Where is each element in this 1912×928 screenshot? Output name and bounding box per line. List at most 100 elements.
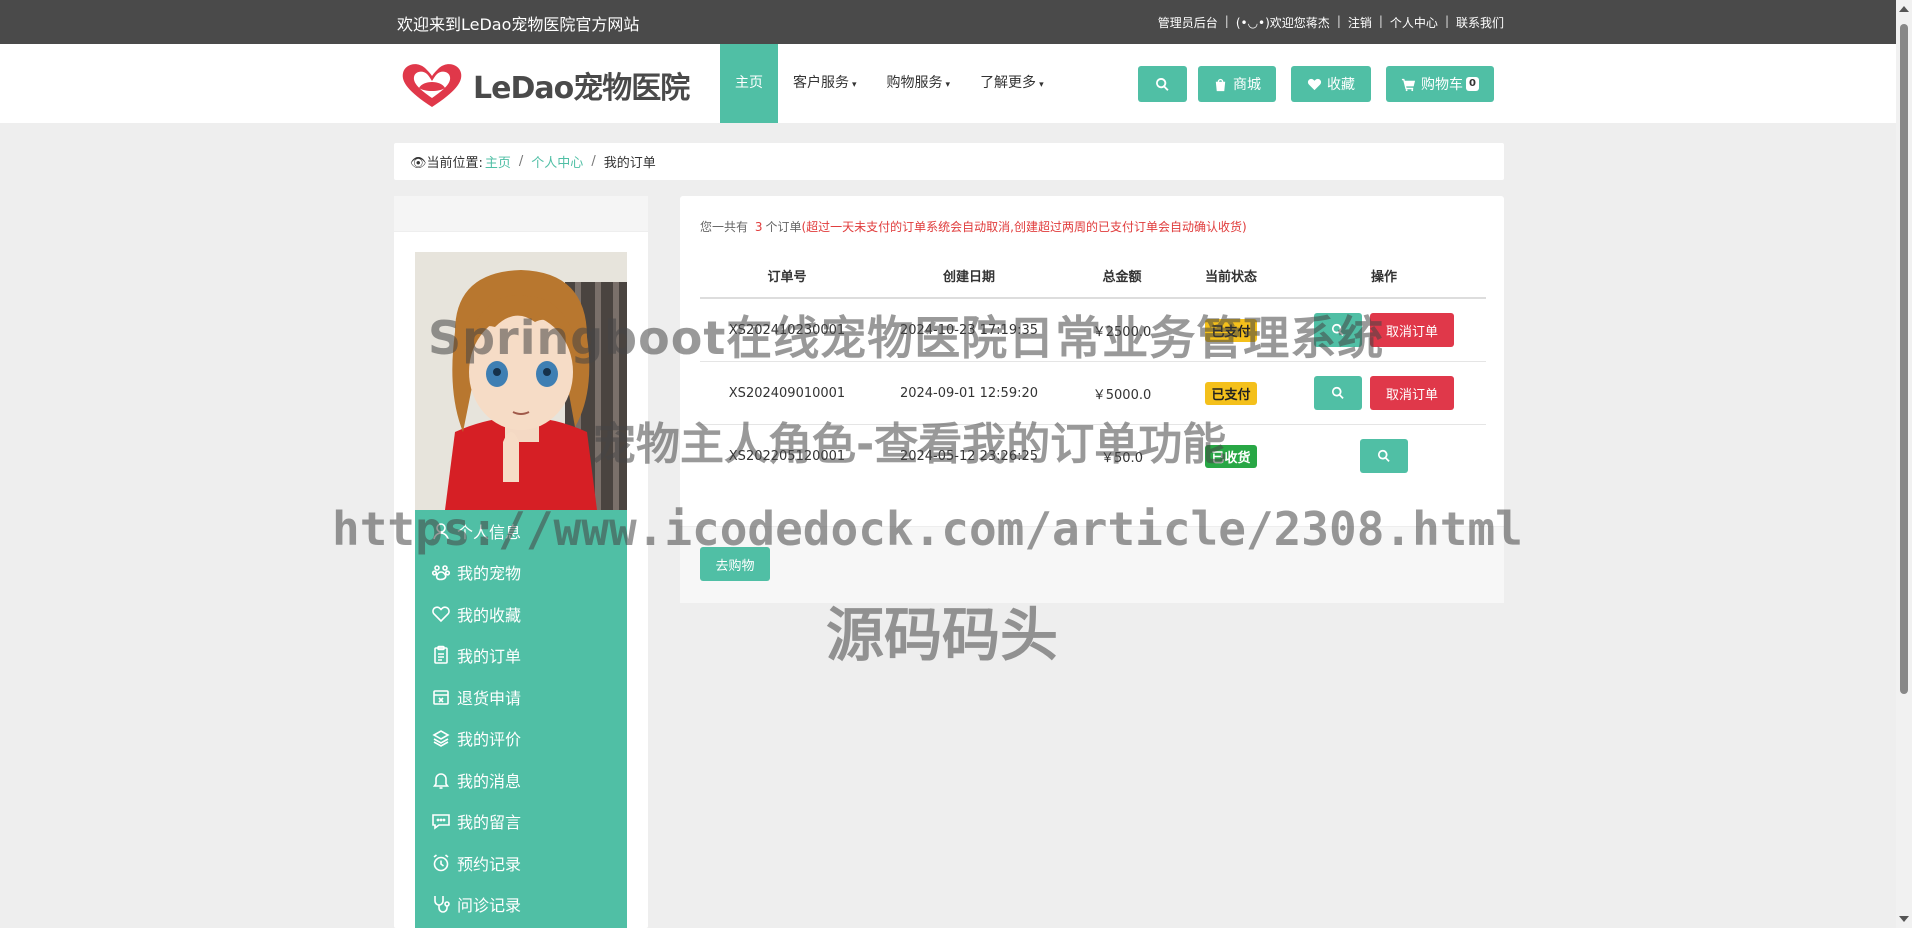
actions-cell: 取消订单 (1282, 361, 1486, 425)
summary-prefix: 您一共有 (700, 220, 749, 234)
search-icon (1378, 449, 1390, 462)
sidebar-item-label: 我的消息 (457, 771, 522, 791)
sidebar-item-label: 我的订单 (457, 647, 522, 667)
sidebar-item-label: 我的收藏 (457, 605, 522, 625)
breadcrumb-separator: / (518, 154, 524, 169)
bell-icon (432, 773, 450, 789)
paw-icon (431, 565, 451, 581)
cart-button[interactable]: 购物车 0 (1386, 66, 1494, 102)
column-header-order-no: 订单号 (700, 253, 874, 299)
nav-label: 购物服务 (886, 75, 943, 91)
admin-link[interactable]: 管理员后台 (1151, 14, 1225, 31)
stethoscope-icon (434, 896, 450, 914)
sidebar-item-my-favorites[interactable]: 我的收藏 (415, 593, 627, 635)
caret-down-icon: ▾ (945, 80, 951, 90)
top-bar: 欢迎来到LeDao宠物医院官方网站 管理员后台 | (•◡•)欢迎您蒋杰 | 注… (0, 0, 1912, 44)
sidebar-item-my-messages[interactable]: 我的消息 (415, 759, 627, 801)
breadcrumb-separator: / (591, 154, 596, 169)
cancel-order-button[interactable]: 取消订单 (1370, 313, 1454, 347)
scroll-down-arrow-icon[interactable] (1899, 916, 1909, 922)
nav-label: 客户服务 (793, 75, 849, 91)
sidebar-item-my-comments[interactable]: 我的留言 (415, 801, 627, 843)
cart-count-badge: 0 (1466, 77, 1479, 91)
actions-cell: 取消订单 (1282, 298, 1486, 362)
search-icon (1332, 386, 1344, 399)
favorites-label: 收藏 (1327, 77, 1355, 93)
heart-icon (1307, 78, 1322, 90)
avatar-image (415, 252, 627, 510)
clipboard-icon (434, 645, 448, 665)
breadcrumb-home[interactable]: 主页 (485, 152, 511, 171)
order-date: 2024-05-12 23:26:25 (899, 448, 1039, 464)
review-icon (432, 730, 450, 748)
breadcrumb: 👁当前位置: 主页 / 个人中心 / 我的订单 (394, 143, 1504, 180)
orders-panel: 您一共有 3 个订单(超过一天未支付的订单系统会自动取消,创建超过两周的已支付订单… (680, 196, 1504, 603)
user-icon (433, 522, 449, 539)
alarm-icon (433, 854, 449, 872)
sidebar-item-label: 预约记录 (457, 854, 522, 874)
breadcrumb-current: 我的订单 (603, 156, 656, 171)
table-row: XS202205120001 2024-05-12 23:26:25 ￥50.0… (700, 425, 1486, 488)
column-header-status: 当前状态 (1180, 253, 1282, 299)
table-header-row: 订单号 创建日期 总金额 当前状态 操作 (700, 253, 1486, 299)
sidebar-item-consultations[interactable]: 问诊记录 (415, 884, 627, 926)
logout-link[interactable]: 注销 (1341, 14, 1379, 31)
status-cell: 已支付 (1180, 298, 1282, 362)
shop-label: 商城 (1233, 77, 1261, 93)
heart-icon (432, 606, 450, 622)
nav-home-label: 主页 (735, 75, 763, 91)
sidebar-item-my-pets[interactable]: 我的宠物 (415, 552, 627, 594)
nav-home[interactable]: 主页 (720, 44, 778, 123)
sidebar-item-my-reviews[interactable]: 我的评价 (415, 718, 627, 760)
contact-link[interactable]: 联系我们 (1449, 14, 1504, 31)
sidebar-item-personal-info[interactable]: 个人信息 (415, 510, 627, 552)
order-date: 2024-10-23 17:19:35 (874, 298, 1064, 362)
view-order-button[interactable] (1360, 439, 1408, 473)
scroll-up-arrow-icon[interactable] (1899, 6, 1909, 12)
welcome-text: 欢迎来到LeDao宠物医院官方网站 (397, 15, 640, 34)
search-icon (1156, 77, 1169, 91)
view-order-button[interactable] (1314, 376, 1362, 410)
view-order-button[interactable] (1314, 313, 1362, 347)
order-number: XS202205120001 (728, 448, 846, 464)
order-amount: ￥5000.0 (1064, 361, 1180, 425)
heart-logo-icon (402, 64, 462, 107)
nav-label: 了解更多 (980, 75, 1037, 91)
order-number: XS202410230001 (700, 298, 874, 362)
favorites-button[interactable]: 收藏 (1291, 66, 1371, 102)
search-button[interactable] (1138, 66, 1187, 102)
table-row: XS202410230001 2024-10-23 17:19:35 ￥2500… (700, 298, 1486, 362)
search-icon (1332, 323, 1344, 336)
scrollbar-thumb[interactable] (1900, 24, 1908, 694)
orders-summary: 您一共有 3 个订单(超过一天未支付的订单系统会自动取消,创建超过两周的已支付订单… (700, 218, 1247, 235)
nav-shopping-service[interactable]: 购物服务 ▾ (872, 44, 966, 123)
sidebar-header (394, 196, 648, 232)
personal-center-link[interactable]: 个人中心 (1383, 14, 1445, 31)
status-badge: 已支付 (1205, 381, 1257, 405)
summary-suffix: 个订单 (765, 220, 802, 234)
sidebar-item-label: 问诊记录 (457, 896, 522, 916)
sidebar-item-my-orders[interactable]: 我的订单 (415, 635, 627, 677)
sidebar-item-label: 个人信息 (457, 522, 522, 542)
nav-learn-more[interactable]: 了解更多 ▾ (965, 44, 1059, 123)
logo-text: LeDao宠物医院 (473, 71, 690, 106)
return-box-icon (433, 689, 449, 705)
go-shopping-button[interactable]: 去购物 (700, 547, 770, 581)
top-links: 管理员后台 | (•◡•)欢迎您蒋杰 | 注销 | 个人中心 | 联系我们 (1151, 14, 1504, 31)
nav-customer-service[interactable]: 客户服务 ▾ (778, 44, 872, 123)
caret-down-icon: ▾ (1039, 80, 1044, 90)
column-header-actions: 操作 (1282, 253, 1486, 299)
site-logo[interactable]: LeDao宠物医院 (399, 60, 690, 110)
sidebar-menu: 个人信息 我的宠物 我的收藏 我的订单 退货申请 我的评价 我的消息 我的留言 (415, 510, 627, 928)
panel-footer (680, 526, 1504, 603)
sidebar: 个人信息 我的宠物 我的收藏 我的订单 退货申请 我的评价 我的消息 我的留言 (394, 196, 648, 928)
cancel-order-button[interactable]: 取消订单 (1370, 376, 1454, 410)
sidebar-item-appointments[interactable]: 预约记录 (415, 842, 627, 884)
scrollbar[interactable] (1896, 0, 1912, 928)
sidebar-item-label: 我的留言 (457, 813, 522, 833)
breadcrumb-personal-center[interactable]: 个人中心 (531, 152, 583, 171)
shop-button[interactable]: 商城 (1198, 66, 1276, 102)
caret-down-icon: ▾ (852, 80, 857, 90)
user-greeting-link[interactable]: (•◡•)欢迎您蒋杰 (1229, 14, 1337, 31)
sidebar-item-return-request[interactable]: 退货申请 (415, 676, 627, 718)
